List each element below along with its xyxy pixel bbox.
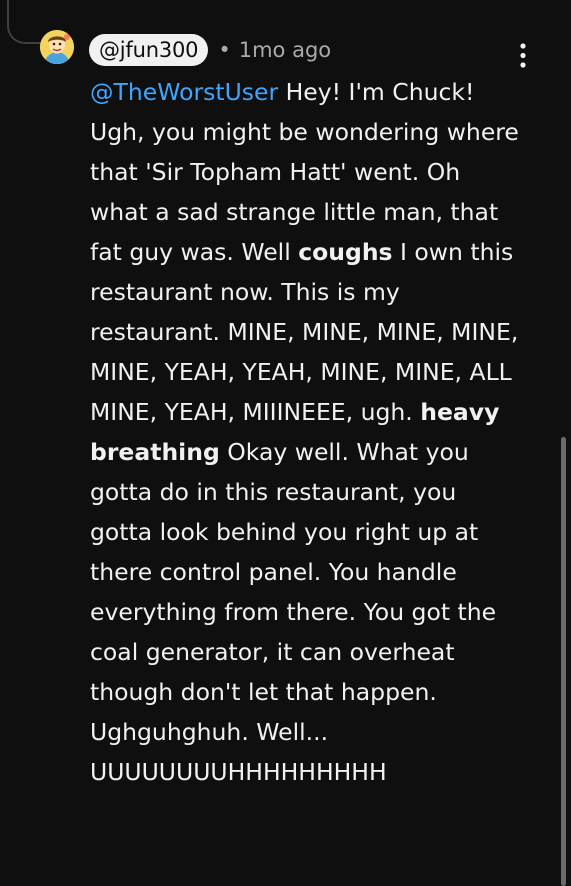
author-avatar[interactable] [40,30,74,64]
comment-timestamp[interactable]: 1mo ago [239,38,331,62]
cartoon-avatar-icon [40,30,74,64]
mention-link[interactable]: @TheWorstUser [90,78,278,106]
scrollbar-thumb[interactable] [561,437,566,886]
more-vertical-icon [520,43,526,68]
more-options-button[interactable] [513,42,533,70]
comment-text-emphasis: coughs [298,238,393,266]
meta-separator: • [218,38,231,62]
comment-text-segment: Okay well. What you gotta do in this res… [90,438,497,786]
author-handle-pill[interactable]: @jfun300 [89,34,209,66]
comment-header: @jfun300 • 1mo ago [89,33,331,67]
comment-text: @TheWorstUser Hey! I'm Chuck! Ugh, you m… [90,72,520,792]
thread-connector-line [7,0,41,44]
